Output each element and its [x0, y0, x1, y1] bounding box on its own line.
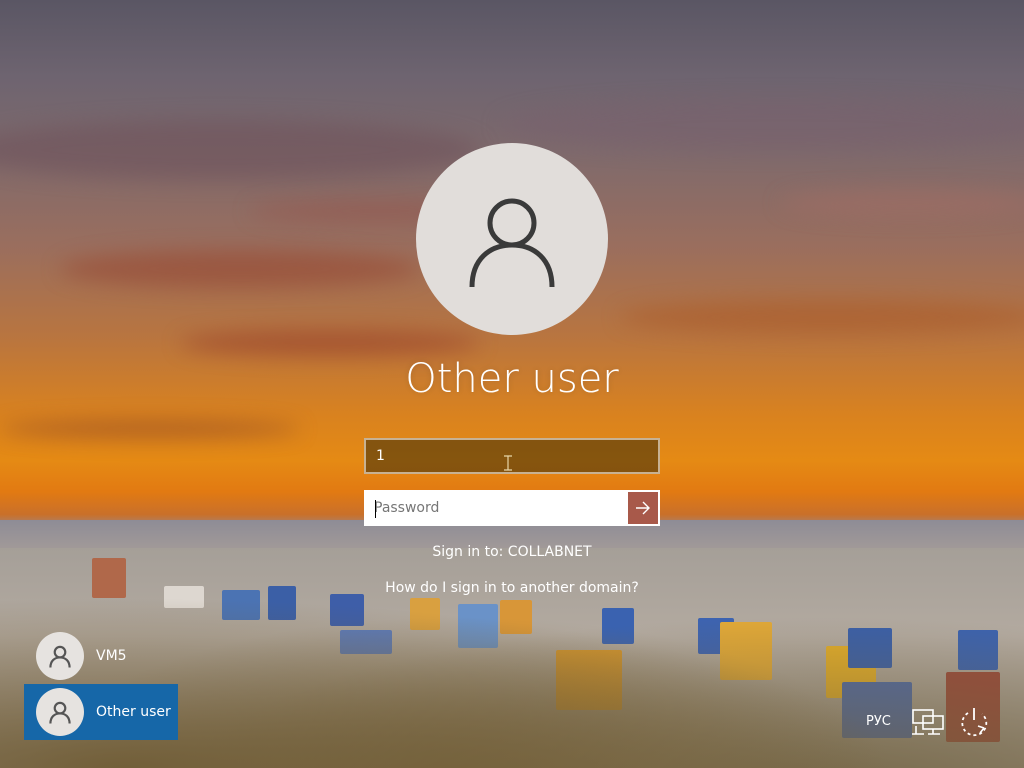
text-caret — [375, 500, 376, 518]
domain-help-link[interactable]: How do I sign in to another domain? — [312, 580, 712, 596]
cloud — [180, 330, 480, 356]
password-row: Password — [364, 490, 660, 526]
user-tile-label: Other user — [96, 704, 171, 720]
user-tile-vm5[interactable]: VM5 — [24, 628, 178, 684]
cloud — [60, 250, 420, 288]
user-icon — [49, 701, 71, 724]
arrow-right-icon — [636, 501, 650, 515]
password-field[interactable]: Password — [364, 490, 626, 526]
power-icon[interactable] — [956, 704, 992, 740]
network-icon[interactable] — [910, 706, 946, 738]
text-cursor-icon — [504, 455, 512, 471]
cloud — [780, 190, 1024, 216]
user-icon — [49, 645, 71, 668]
user-avatar — [416, 143, 608, 335]
cloud — [0, 420, 300, 438]
cloud — [620, 300, 1024, 334]
avatar — [36, 688, 84, 736]
page-title: Other user — [405, 356, 619, 402]
user-tile-other-user[interactable]: Other user — [24, 684, 178, 740]
submit-button[interactable] — [626, 490, 660, 526]
user-icon — [469, 198, 555, 288]
user-tile-label: VM5 — [96, 648, 127, 664]
cloud — [500, 100, 1024, 150]
password-placeholder: Password — [374, 500, 440, 516]
sign-in-domain-label: Sign in to: COLLABNET — [432, 544, 592, 560]
language-indicator[interactable]: РУС — [866, 714, 891, 729]
cloud — [0, 120, 480, 180]
lock-screen: Other user 1 Password Sign in to: COLLAB… — [0, 0, 1024, 768]
avatar — [36, 632, 84, 680]
